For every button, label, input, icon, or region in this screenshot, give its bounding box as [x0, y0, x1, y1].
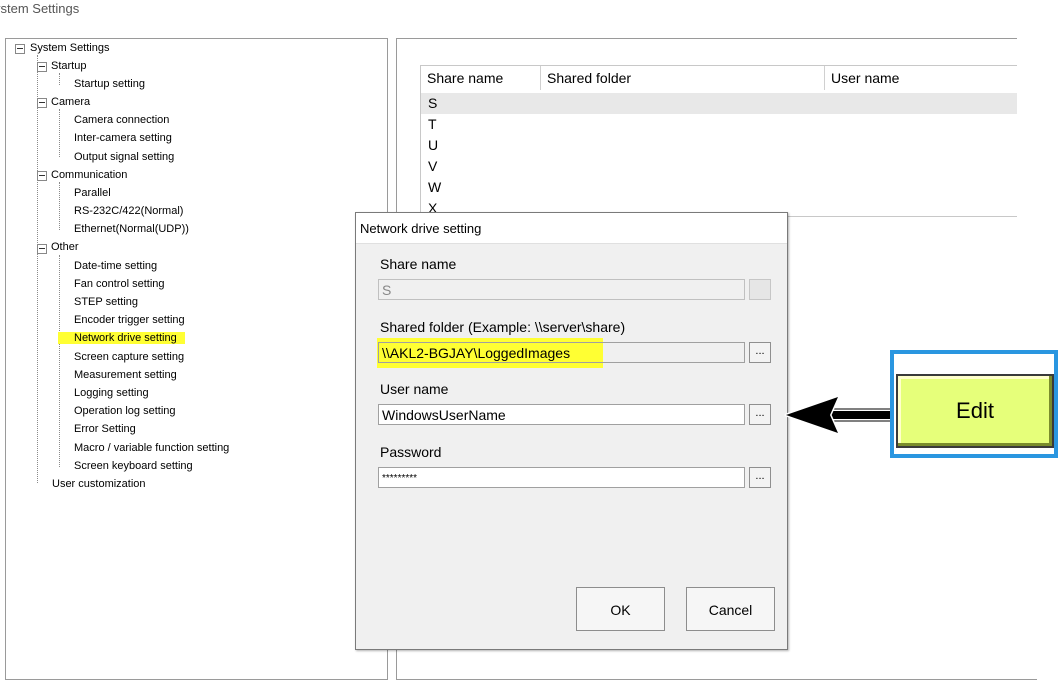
cancel-button[interactable]: Cancel	[686, 587, 775, 631]
tree-item-fan-control-setting[interactable]: Fan control setting	[72, 276, 167, 292]
share-name-field: S	[378, 279, 745, 300]
column-header-user-name[interactable]: User name	[825, 66, 1021, 90]
tree-item-label: User customization	[52, 478, 146, 490]
tree-item-startup-setting[interactable]: Startup setting	[72, 76, 147, 92]
tree-item-camera-connection[interactable]: Camera connection	[72, 112, 171, 128]
tree-item-label: Camera connection	[74, 114, 170, 126]
tree-item-measurement-setting[interactable]: Measurement setting	[72, 367, 179, 383]
table-row[interactable]: W	[421, 177, 1018, 198]
ok-button[interactable]: OK	[576, 587, 665, 631]
collapse-icon[interactable]	[37, 62, 47, 72]
collapse-icon[interactable]	[37, 98, 47, 108]
dialog-titlebar: Network drive setting	[356, 213, 787, 244]
shared-folder-field[interactable]: \\AKL2-BGJAY\LoggedImages	[378, 342, 745, 363]
tree-item-network-drive-setting[interactable]: Network drive setting	[58, 330, 185, 346]
password-browse-button[interactable]: ...	[749, 467, 771, 488]
user-name-field[interactable]: WindowsUserName	[378, 404, 745, 425]
tree-item-label: Screen keyboard setting	[74, 460, 193, 472]
tree-item-error-setting[interactable]: Error Setting	[72, 421, 138, 437]
tree-item-label: Encoder trigger setting	[74, 314, 185, 326]
network-drive-dialog: Network drive setting Share name S Share…	[355, 212, 788, 650]
password-field[interactable]: *********	[378, 467, 745, 488]
shared-folder-label: Shared folder (Example: \\server\share)	[380, 319, 626, 335]
collapse-icon[interactable]	[37, 244, 47, 254]
tree-item-screen-capture-setting[interactable]: Screen capture setting	[72, 349, 186, 365]
tree-item-camera[interactable]: Camera	[49, 94, 92, 110]
tree-item-label: Output signal setting	[74, 151, 175, 163]
tree-item-screen-keyboard-setting[interactable]: Screen keyboard setting	[72, 458, 195, 474]
tree-item-startup[interactable]: Startup	[49, 58, 88, 74]
tree-item-encoder-trigger-setting[interactable]: Encoder trigger setting	[72, 312, 187, 328]
tree-item-inter-camera-setting[interactable]: Inter-camera setting	[72, 130, 174, 146]
tree-item-label: Network drive setting	[58, 332, 185, 344]
tree-item-label: System Settings	[30, 42, 110, 54]
tree-item-label: Communication	[51, 169, 128, 181]
tree-item-label: Camera	[51, 96, 91, 108]
tree-item-output-signal-setting[interactable]: Output signal setting	[72, 149, 176, 165]
column-header-share-name[interactable]: Share name	[421, 66, 541, 90]
tree-item-label: Parallel	[74, 187, 111, 199]
tree-item-other[interactable]: Other	[49, 239, 81, 255]
tree-connector-line	[59, 73, 60, 85]
tree-item-label: RS-232C/422(Normal)	[74, 205, 184, 217]
table-row[interactable]: V	[421, 156, 1018, 177]
tree-item-label: STEP setting	[74, 296, 138, 308]
password-label: Password	[380, 444, 442, 460]
tree-item-step-setting[interactable]: STEP setting	[72, 294, 140, 310]
tree-connector-line	[37, 55, 38, 483]
dialog-title: Network drive setting	[360, 221, 482, 236]
table-row[interactable]: T	[421, 114, 1018, 135]
tree-item-label: Date-time setting	[74, 260, 158, 272]
tree-item-label: Error Setting	[74, 423, 136, 435]
shared-folder-browse-button[interactable]: ...	[749, 342, 771, 363]
tree-item-system-settings[interactable]: System Settings	[28, 40, 111, 56]
table-row[interactable]: S	[421, 93, 1018, 114]
window-title: ystem Settings	[0, 1, 80, 16]
tree-item-label: Fan control setting	[74, 278, 165, 290]
tree-item-label: Measurement setting	[74, 369, 177, 381]
tree-item-parallel[interactable]: Parallel	[72, 185, 113, 201]
tree-item-label: Ethernet(Normal(UDP))	[74, 223, 189, 235]
user-name-browse-button[interactable]: ...	[749, 404, 771, 425]
tree-item-date-time-setting[interactable]: Date-time setting	[72, 258, 159, 274]
tree-item-label: Logging setting	[74, 387, 149, 399]
user-name-label: User name	[380, 381, 449, 397]
settings-tree: System Settings Startup Startup setting …	[5, 38, 388, 680]
tree-item-logging-setting[interactable]: Logging setting	[72, 385, 151, 401]
edit-button[interactable]: Edit	[896, 374, 1054, 448]
tree-connector-line	[59, 255, 60, 467]
tree-connector-line	[59, 182, 60, 230]
collapse-icon[interactable]	[37, 171, 47, 181]
tree-item-macro-variable-setting[interactable]: Macro / variable function setting	[72, 440, 231, 456]
tree-item-label: Inter-camera setting	[74, 132, 172, 144]
tree-item-label: Other	[51, 241, 79, 253]
share-name-browse-button	[749, 279, 771, 300]
tree-item-ethernet[interactable]: Ethernet(Normal(UDP))	[72, 221, 191, 237]
tree-item-label: Operation log setting	[74, 405, 176, 417]
tree-item-label: Macro / variable function setting	[74, 442, 230, 454]
collapse-icon[interactable]	[15, 44, 25, 54]
tree-connector-line	[59, 109, 60, 157]
share-table: Share name Shared folder User name S T U…	[420, 65, 1018, 217]
column-header-shared-folder[interactable]: Shared folder	[541, 66, 825, 90]
tree-item-communication[interactable]: Communication	[49, 167, 129, 183]
tree-item-user-customization[interactable]: User customization	[50, 476, 148, 492]
table-row[interactable]: U	[421, 135, 1018, 156]
tree-item-label: Screen capture setting	[74, 351, 185, 363]
tree-item-label: Startup	[51, 60, 87, 72]
page-margin	[1017, 0, 1063, 675]
tree-item-label: Startup setting	[74, 78, 145, 90]
tree-item-rs232c[interactable]: RS-232C/422(Normal)	[72, 203, 185, 219]
tree-item-operation-log-setting[interactable]: Operation log setting	[72, 403, 178, 419]
share-name-label: Share name	[380, 256, 457, 272]
